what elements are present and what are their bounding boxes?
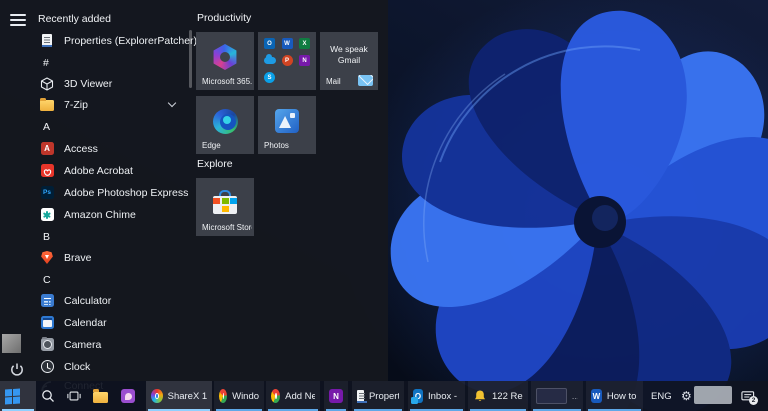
group-header-productivity: Productivity bbox=[197, 12, 252, 24]
microsoft-store-icon bbox=[213, 190, 237, 216]
taskbar-button-onenote[interactable]: N bbox=[324, 381, 348, 411]
tile-microsoft-365[interactable]: Microsoft 365... bbox=[196, 32, 254, 90]
amazon-chime-icon bbox=[40, 208, 54, 222]
cube-icon bbox=[40, 76, 54, 91]
acrobat-icon bbox=[40, 164, 54, 178]
dark-window-thumbnail bbox=[536, 388, 567, 404]
power-icon bbox=[11, 363, 23, 376]
app-item-clock[interactable]: Clock bbox=[40, 359, 90, 374]
file-explorer-icon bbox=[93, 389, 108, 403]
section-header-hash[interactable]: # bbox=[43, 57, 49, 69]
search-button[interactable] bbox=[36, 381, 62, 411]
tile-photos[interactable]: Photos bbox=[258, 96, 316, 154]
app-item-calendar[interactable]: Calendar bbox=[40, 315, 107, 330]
outlook-icon: O bbox=[411, 389, 423, 404]
language-indicator[interactable]: ENG bbox=[646, 381, 676, 411]
user-avatar[interactable] bbox=[2, 334, 21, 353]
start-button[interactable] bbox=[0, 381, 36, 411]
tile-edge[interactable]: Edge bbox=[196, 96, 254, 154]
tile-office-folder[interactable]: O W X P N S bbox=[258, 32, 316, 90]
hamburger-menu-icon[interactable] bbox=[10, 14, 26, 26]
edge-icon bbox=[212, 108, 238, 134]
action-center-button[interactable]: 2 bbox=[736, 381, 764, 411]
action-center-icon: 2 bbox=[741, 389, 758, 405]
onenote-icon: N bbox=[299, 55, 310, 66]
taskbar-button-chrome-add-new[interactable]: Add New... bbox=[266, 381, 320, 411]
office-apps-grid: O W X P N S bbox=[264, 38, 310, 83]
taskbar-button-word-how-to[interactable]: W How to ... bbox=[586, 381, 643, 411]
app-item-7zip[interactable]: 7-Zip bbox=[40, 97, 88, 112]
taskbar-button-sharex[interactable]: ShareX 1... bbox=[146, 381, 212, 411]
windows-logo-icon bbox=[5, 387, 20, 405]
app-item-properties-explorerpatcher[interactable]: Properties (ExplorerPatcher) bbox=[40, 33, 197, 48]
onenote-icon: N bbox=[329, 389, 343, 403]
task-view-icon bbox=[67, 391, 81, 401]
app-item-calculator[interactable]: Calculator bbox=[40, 293, 111, 308]
chrome-icon bbox=[271, 389, 281, 403]
paint-pinned-button[interactable] bbox=[116, 381, 144, 411]
photos-icon bbox=[275, 109, 299, 133]
photoshop-express-icon: Ps bbox=[40, 186, 54, 200]
outlook-icon: O bbox=[264, 38, 275, 49]
calculator-icon bbox=[40, 294, 54, 308]
tray-light-window[interactable] bbox=[694, 386, 732, 404]
tray-settings-button[interactable]: ⚙ bbox=[676, 381, 694, 411]
taskbar-button-chrome-windows[interactable]: Windows... bbox=[214, 381, 264, 411]
app-item-adobe-acrobat[interactable]: Adobe Acrobat bbox=[40, 163, 133, 178]
access-icon: A bbox=[40, 142, 54, 156]
calendar-icon bbox=[40, 316, 54, 330]
file-explorer-button[interactable] bbox=[88, 381, 116, 411]
taskbar: ShareX 1... Windows... Add New... N Prop… bbox=[0, 381, 768, 411]
taskbar-button-dark-window[interactable]: ... bbox=[531, 381, 583, 411]
search-icon bbox=[42, 390, 54, 402]
app-item-brave[interactable]: Brave bbox=[40, 250, 91, 265]
taskbar-button-outlook-inbox[interactable]: O Inbox - p... bbox=[408, 381, 465, 411]
word-icon: W bbox=[281, 38, 293, 49]
chrome-icon bbox=[219, 389, 228, 403]
clock-icon bbox=[40, 360, 54, 374]
group-header-explore: Explore bbox=[197, 158, 233, 170]
camera-icon bbox=[40, 336, 54, 352]
power-button[interactable] bbox=[9, 362, 25, 378]
properties-document-icon bbox=[40, 34, 54, 48]
start-menu: Recently added Properties (ExplorerPatch… bbox=[0, 0, 388, 392]
paint-icon bbox=[121, 389, 135, 403]
mail-envelope-icon bbox=[358, 75, 373, 86]
tile-microsoft-store[interactable]: Microsoft Store bbox=[196, 178, 254, 236]
section-header-b[interactable]: B bbox=[43, 231, 50, 243]
task-view-button[interactable] bbox=[62, 381, 88, 411]
desktop: Recently added Properties (ExplorerPatch… bbox=[0, 0, 768, 411]
sharex-icon bbox=[151, 389, 163, 403]
section-header-a[interactable]: A bbox=[43, 121, 50, 133]
brave-icon bbox=[40, 251, 54, 265]
gear-icon: ⚙ bbox=[681, 389, 692, 403]
app-item-amazon-chime[interactable]: Amazon Chime bbox=[40, 207, 136, 222]
tile-mail[interactable]: We speak Gmail Mail bbox=[320, 32, 378, 90]
powerpoint-icon: P bbox=[281, 55, 293, 66]
folder-icon bbox=[40, 97, 54, 112]
microsoft-365-copilot-icon bbox=[213, 44, 237, 70]
bell-icon bbox=[475, 390, 485, 402]
skype-icon: S bbox=[264, 72, 275, 83]
app-item-photoshop-express[interactable]: Ps Adobe Photoshop Express bbox=[40, 185, 188, 200]
excel-icon: X bbox=[299, 38, 310, 49]
taskbar-button-properties[interactable]: Properties bbox=[352, 381, 404, 411]
section-header-c[interactable]: C bbox=[43, 274, 51, 286]
app-item-camera[interactable]: Camera bbox=[40, 336, 101, 352]
onedrive-icon bbox=[264, 54, 276, 64]
word-icon: W bbox=[591, 389, 602, 403]
chevron-down-icon[interactable] bbox=[169, 100, 176, 107]
app-item-3d-viewer[interactable]: 3D Viewer bbox=[40, 76, 112, 91]
recently-added-header: Recently added bbox=[38, 13, 111, 25]
notification-badge: 2 bbox=[749, 396, 758, 405]
mail-tile-tagline: We speak Gmail bbox=[330, 44, 368, 65]
app-item-access[interactable]: A Access bbox=[40, 141, 98, 156]
taskbar-button-reminders[interactable]: 122 Remi... bbox=[468, 381, 528, 411]
properties-document-icon bbox=[357, 389, 367, 403]
